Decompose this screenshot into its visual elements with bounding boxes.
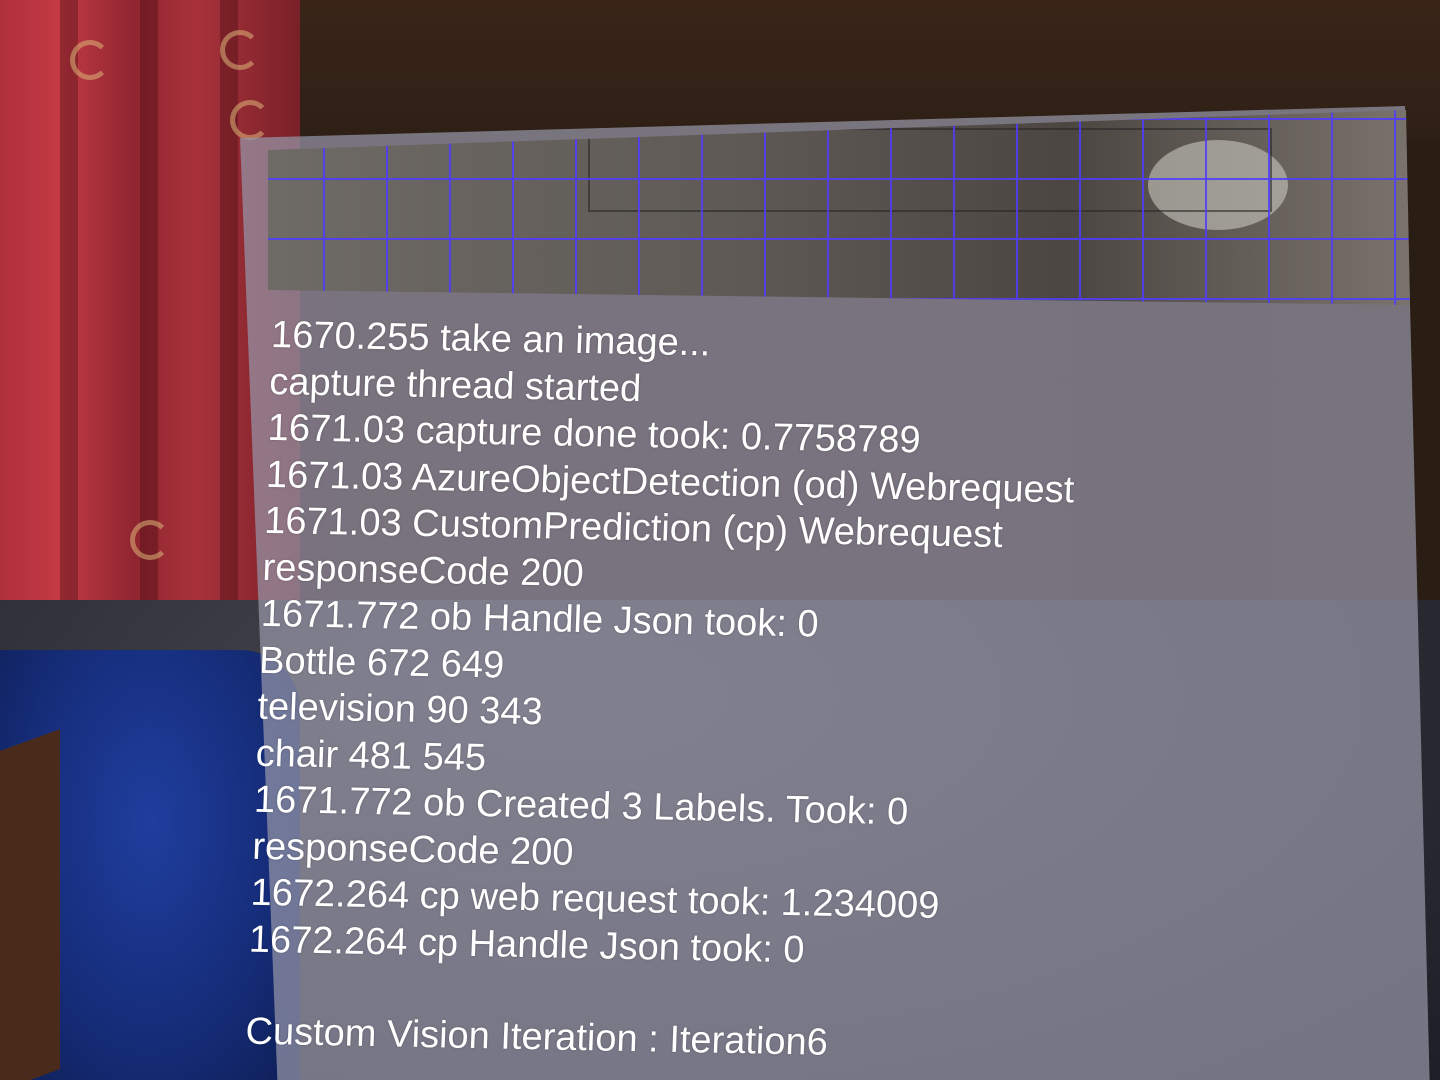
curtain-fold bbox=[220, 0, 238, 600]
curtain-pattern bbox=[220, 30, 260, 70]
curtain-fold bbox=[60, 0, 78, 600]
ar-scene: 1670.255 take an image... capture thread … bbox=[0, 0, 1440, 1080]
debug-log: 1670.255 take an image... capture thread … bbox=[245, 312, 1392, 1077]
curtain-pattern bbox=[130, 520, 170, 560]
curtain-fold bbox=[140, 0, 158, 600]
curtain-pattern bbox=[70, 40, 110, 80]
bed-frame bbox=[0, 729, 60, 1080]
curtain-pattern bbox=[230, 100, 270, 140]
